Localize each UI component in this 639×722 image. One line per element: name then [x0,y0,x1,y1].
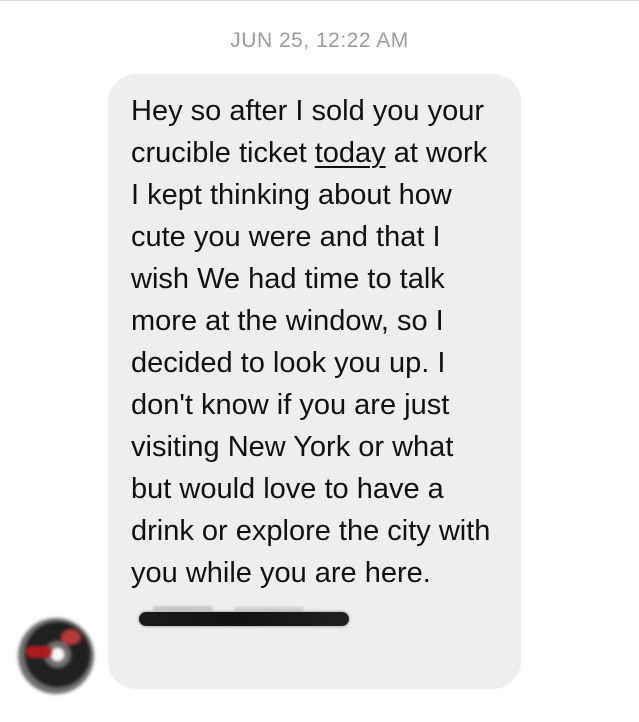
message-text-part2: at work I kept thinking about how cute y… [131,137,491,589]
incoming-message-bubble[interactable]: Hey so after I sold you your crucible ti… [108,74,521,689]
message-text: Hey so after I sold you your crucible ti… [131,90,497,636]
redacted-phone-number [139,612,349,626]
top-separator [0,0,639,1]
message-timestamp: JUN 25, 12:22 AM [230,29,409,52]
avatar[interactable] [18,618,94,694]
message-underlined-word: today [314,137,386,169]
